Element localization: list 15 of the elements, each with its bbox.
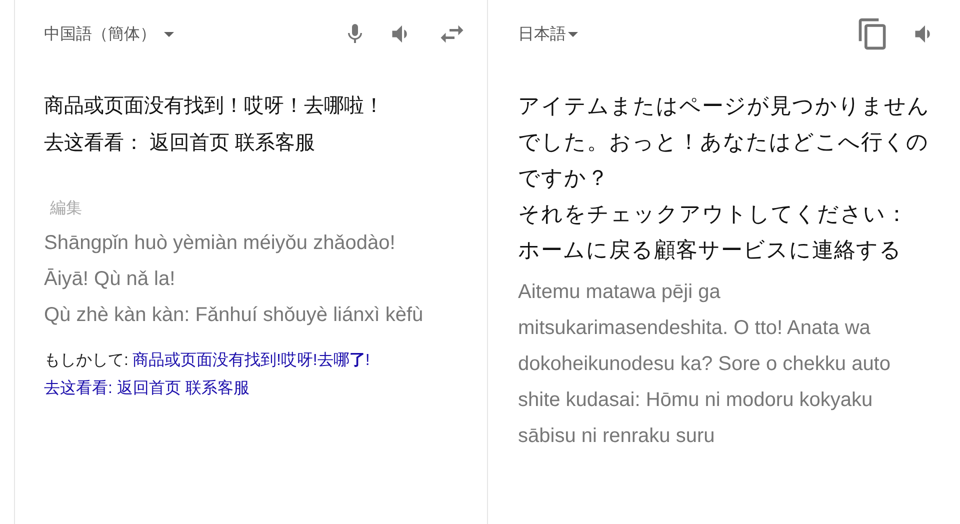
caret-icon[interactable] (568, 32, 578, 36)
translation-text: 商品或页面没有找到！哎呀！去哪啦！ (44, 94, 385, 119)
language-selector[interactable]: 日本語 (518, 24, 578, 44)
translation-text: アイテムまたはページが見つかりませんでした。おっと！あなたはどこへ行くのですか？ (518, 93, 931, 192)
translation-text: ホームに戻る顧客サービスに連絡する (518, 237, 903, 264)
romanization-text: Shāngpǐn huò yèmiàn méiyǒu zhǎodào! Āiyā! Qù nǎ la! (44, 231, 396, 292)
translation-text: それをチェックアウトしてください： (518, 201, 909, 228)
language-selector[interactable]: 中国語（簡体） (44, 24, 174, 44)
caret-icon[interactable] (164, 32, 174, 36)
suggestion-link[interactable]: 去这看看: 返回首页 联系客服 (44, 380, 250, 397)
romanization-text: Qù zhè kàn kàn: Fǎnhuí shǒuyè liánxì kèfù (44, 303, 424, 328)
suggestion-link[interactable]: 商品或页面没有找到!哎呀!去哪了! (132, 352, 370, 369)
romanization-text: Aitemu matawa pēji ga mitsukarimasendeshita. O tto! Anata wa dokoheikunodesu ka? Sore o chekku auto shite kudasai: Hōmu ni modoru kokyaku sābisu ni renraku suru (518, 280, 892, 449)
translation-text: 去这看看： 返回首页 联系客服 (44, 131, 316, 156)
did-you-mean-label: もしかして: (44, 352, 128, 369)
